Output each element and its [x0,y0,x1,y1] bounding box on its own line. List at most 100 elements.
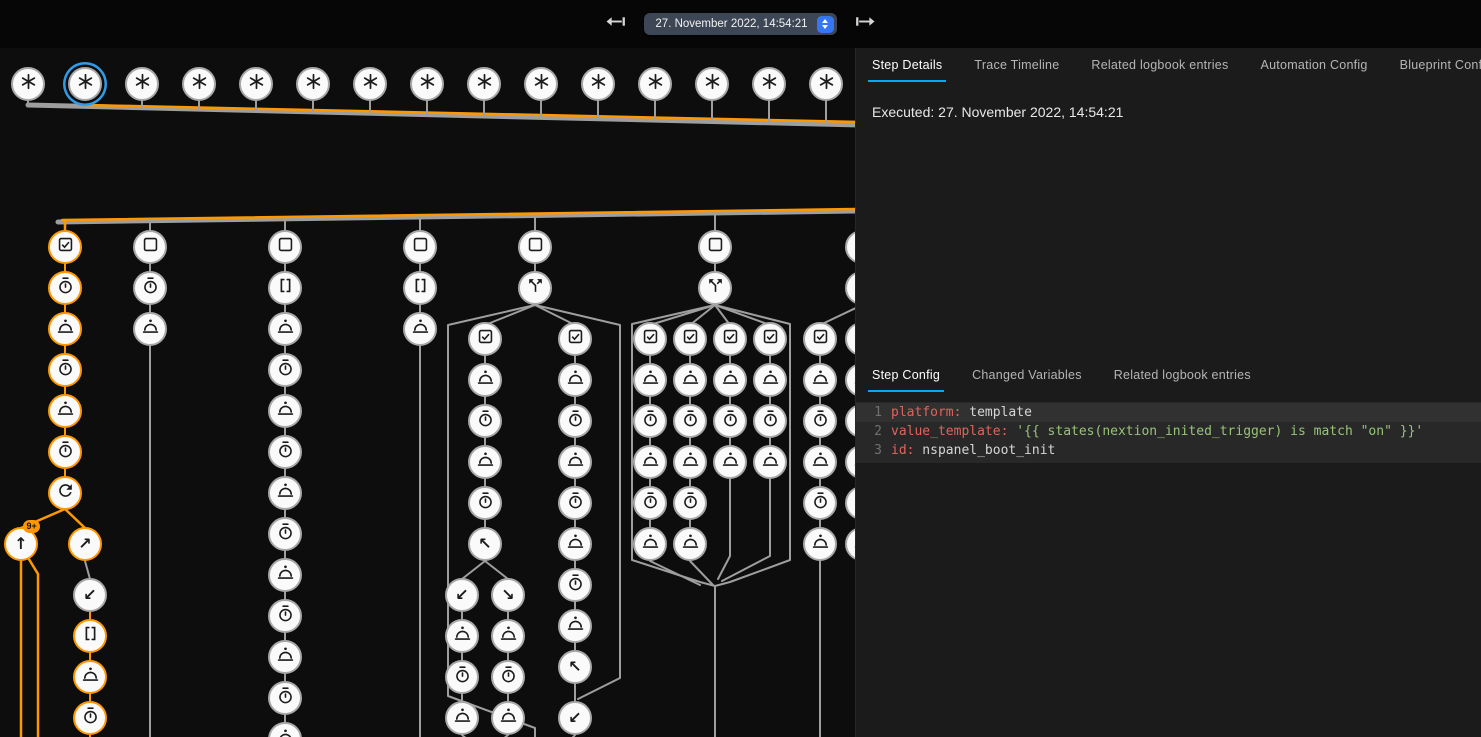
node-delay[interactable] [633,404,667,438]
node-service-call[interactable] [48,312,82,346]
node-trigger[interactable] [11,67,45,101]
next-run-button[interactable] [853,11,879,37]
node-condition[interactable] [803,322,837,356]
node-service-call[interactable] [268,640,302,674]
node-delay[interactable] [48,271,82,305]
node-service-call[interactable] [803,445,837,479]
tab-changed-variables[interactable]: Changed Variables [956,358,1098,392]
node-delay[interactable] [268,435,302,469]
node-delay[interactable] [48,435,82,469]
node-delay[interactable] [633,486,667,520]
code-editor[interactable]: 1platform: template2value_template: '{{ … [856,402,1481,463]
node-service-call[interactable] [445,701,479,735]
node-service-call[interactable] [558,609,592,643]
node-service-call[interactable] [558,363,592,397]
node-service-call[interactable] [468,445,502,479]
node-delay[interactable] [468,486,502,520]
node-trigger[interactable] [752,67,786,101]
node-delay[interactable] [268,599,302,633]
node-delay[interactable] [713,404,747,438]
node-service-call[interactable] [468,363,502,397]
tab-step-details[interactable]: Step Details [856,48,958,82]
node-delay[interactable] [268,517,302,551]
node-choose[interactable] [698,271,732,305]
node-service-call[interactable] [673,527,707,561]
node-trigger[interactable] [695,67,729,101]
node-service-call[interactable] [713,445,747,479]
node-service-call[interactable] [753,363,787,397]
node-service-call[interactable] [673,363,707,397]
node-trigger[interactable] [809,67,843,101]
node-trigger[interactable] [581,67,615,101]
node-delay[interactable] [268,681,302,715]
node-service-call[interactable] [491,619,525,653]
node-delay[interactable] [558,568,592,602]
node-goto[interactable]: ↙ [445,578,479,612]
node-condition[interactable] [698,230,732,264]
node-repeat[interactable] [48,476,82,510]
node-service-call[interactable] [633,363,667,397]
node-service-call[interactable] [753,445,787,479]
node-service-call[interactable] [268,312,302,346]
node-condition[interactable] [633,322,667,356]
node-delay[interactable] [268,353,302,387]
node-trigger[interactable] [524,67,558,101]
node-service-call[interactable] [268,476,302,510]
node-goto[interactable]: ↘ [491,578,525,612]
node-delay[interactable] [803,404,837,438]
node-condition[interactable] [558,322,592,356]
tab-related-logbook-entries[interactable]: Related logbook entries [1098,358,1267,392]
node-goto[interactable]: ↙ [558,701,592,735]
node-service-call[interactable] [403,312,437,346]
node-delay[interactable] [803,486,837,520]
node-goto[interactable]: ↗ [68,527,102,561]
node-delay[interactable] [673,486,707,520]
node-trigger[interactable] [467,67,501,101]
tab-related-logbook-entries[interactable]: Related logbook entries [1075,48,1244,82]
node-trigger[interactable] [638,67,672,101]
node-condition[interactable] [753,322,787,356]
node-parallel[interactable] [73,619,107,653]
node-service-call[interactable] [558,527,592,561]
node-delay[interactable] [73,701,107,735]
node-trigger[interactable] [296,67,330,101]
node-condition[interactable] [268,230,302,264]
node-parallel[interactable] [403,271,437,305]
node-condition[interactable] [133,230,167,264]
tab-step-config[interactable]: Step Config [856,358,956,392]
node-delay[interactable] [133,271,167,305]
node-delay[interactable] [445,660,479,694]
node-service-call[interactable] [673,445,707,479]
node-condition[interactable] [518,230,552,264]
node-condition[interactable] [48,230,82,264]
node-delay[interactable] [468,404,502,438]
node-service-call[interactable] [491,701,525,735]
previous-run-button[interactable] [602,11,628,37]
node-service-call[interactable] [803,363,837,397]
node-condition[interactable] [673,322,707,356]
node-goto[interactable]: ↖ [468,527,502,561]
node-condition[interactable] [403,230,437,264]
node-service-call[interactable] [73,660,107,694]
node-goto[interactable]: ↖ [558,650,592,684]
node-trigger[interactable] [125,67,159,101]
trace-graph[interactable]: ↑↗↙↖↙↘↖↙9+ [0,48,856,737]
node-delay[interactable] [673,404,707,438]
node-delay[interactable] [558,404,592,438]
node-trigger[interactable] [410,67,444,101]
node-condition[interactable] [468,322,502,356]
node-delay[interactable] [491,660,525,694]
tab-trace-timeline[interactable]: Trace Timeline [958,48,1075,82]
tab-automation-config[interactable]: Automation Config [1245,48,1384,82]
node-service-call[interactable] [633,527,667,561]
node-trigger[interactable] [68,67,102,101]
node-delay[interactable] [558,486,592,520]
node-parallel[interactable] [268,271,302,305]
node-service-call[interactable] [633,445,667,479]
node-service-call[interactable] [268,558,302,592]
node-service-call[interactable] [803,527,837,561]
run-select[interactable]: 27. November 2022, 14:54:21 [644,13,836,35]
node-trigger[interactable] [239,67,273,101]
node-delay[interactable] [48,353,82,387]
node-service-call[interactable] [268,394,302,428]
